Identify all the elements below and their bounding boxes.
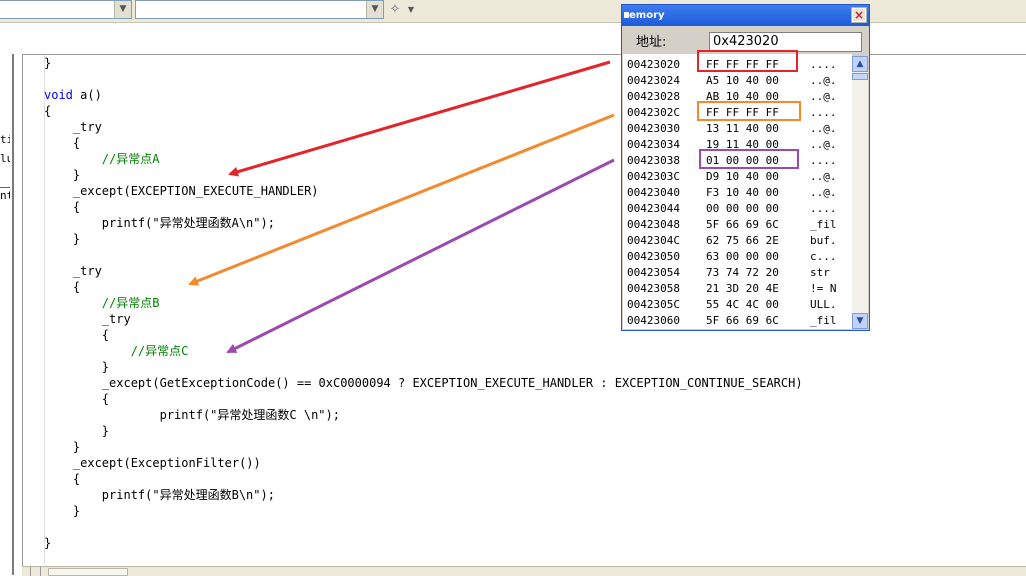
orange-arrow-to-exception-point-b [188,113,615,286]
red-arrow-to-exception-point-a [228,60,611,177]
annotation-arrows [188,60,615,354]
purple-arrow-to-exception-point-c [226,158,615,354]
